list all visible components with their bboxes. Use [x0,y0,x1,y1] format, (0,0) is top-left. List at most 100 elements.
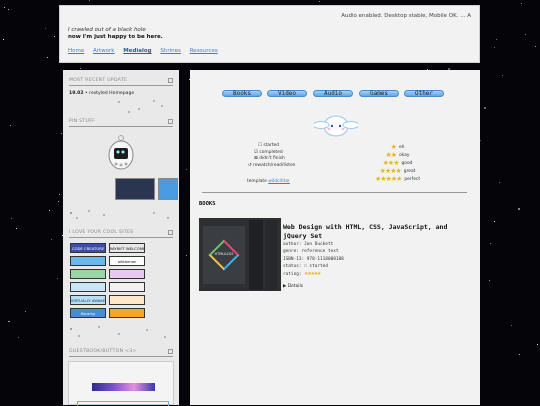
star-dot [521,3,523,4]
site-link-button[interactable]: VIRTUALLY AWAKE [70,295,106,305]
recent-update-date: 19.02 [69,91,84,96]
star-dot [8,320,11,323]
resize-icon [168,349,173,354]
resize-icon [168,119,173,124]
book-cover: HTML&CSS [199,218,281,291]
tab-books[interactable]: Books [222,90,262,97]
book-genre: genre: reference text [283,249,339,255]
site-link-button[interactable]: WAYRIFT WELCOME [109,243,145,253]
nav-home[interactable]: Home [68,48,84,54]
divider [69,356,173,357]
tab-video[interactable]: Video [267,90,307,97]
book-title: Web Design with HTML, CSS, JavaScript, a… [283,223,448,240]
star-dot [4,7,6,9]
rating-label: great [403,168,416,174]
star-dot [525,33,527,35]
star-dot [490,242,491,244]
site-header: Audio enabled. Desktop stable, Mobile OK… [59,5,480,63]
legend-didnt-finish: ⊠ didn't finish [254,156,285,162]
star-dot [185,168,187,170]
tagline: I crawled out of a black hole now I'm ju… [68,27,163,41]
star-dot [18,337,20,339]
site-link-button[interactable] [109,269,145,279]
cover-title: HTML&CSS [214,252,234,256]
pin-stamp-image [158,178,178,200]
guestbook-box [68,361,174,406]
book-rating: rating: ★★★★★ [283,270,473,278]
details-toggle[interactable]: ▶ Details [283,284,303,289]
star-dot [51,238,52,240]
star-icon: ★★★★★ [304,269,321,278]
tab-other[interactable]: Other [404,90,444,97]
nav-medialog[interactable]: Medialog [123,48,151,54]
site-link-button[interactable]: floramy [70,308,106,318]
legend-started: ☐ started [258,143,280,148]
pin-stamp-image [115,178,155,200]
site-link-button[interactable] [70,282,106,292]
book-isbn: ISBN-13: 978-1118008188 [283,256,344,262]
star-icon: ★★★★ [379,166,402,175]
star-dot [80,67,81,69]
star-dot [60,132,62,134]
tagline-line-2: now I'm just happy to be here. [68,34,163,40]
star-dot [56,278,58,280]
guestbook-input-field[interactable] [77,401,169,406]
star-dot [48,210,50,212]
main-nav: Home Artwork Medialog Shrines Resources [68,48,225,54]
recent-update-text: • restyled Homepage [85,91,135,96]
book-details: Web Design with HTML, CSS, JavaScript, a… [283,223,473,278]
site-link-button[interactable] [109,308,145,318]
site-link-button[interactable]: alfalemon [109,256,145,266]
star-dot [499,182,500,183]
star-dot [186,255,187,256]
star-icon: ★★★★★ [375,174,402,183]
star-dot [537,343,538,345]
main-content: Books Video Audio Games Other ☐ started … [190,70,480,405]
site-link-button[interactable] [70,269,106,279]
guestbook-banner-button[interactable] [92,383,155,391]
divider [69,85,173,86]
site-link-button[interactable] [70,256,106,266]
star-dot [44,27,46,29]
star-dot [483,107,486,109]
book-spine [249,220,263,290]
template-link[interactable]: wildcititar [268,179,290,184]
sparkle-dots [118,100,163,113]
rating-label: good [401,160,413,166]
nav-artwork[interactable]: Artwork [93,48,115,54]
site-link-button[interactable]: CODE CREATURE [70,243,106,253]
star-dot [493,220,495,222]
star-dot [510,325,512,327]
tab-games[interactable]: Games [359,90,399,97]
star-dot [501,74,503,76]
star-dot [10,125,12,127]
cool-sites-heading: I LOVE YOUR COOL SITES [69,230,134,235]
book-cover-front: HTML&CSS [203,226,245,284]
book-spine [265,220,277,290]
star-dot [489,279,490,281]
site-link-button[interactable] [109,295,145,305]
star-dot [88,0,90,2]
site-link-button[interactable] [109,282,145,292]
resize-icon [168,230,173,235]
star-icon: ★ [390,142,397,151]
tab-audio[interactable]: Audio [313,90,353,97]
star-dot [11,217,12,219]
divider [69,126,173,127]
status-legend: ☐ started ☑ completed ⊠ didn't finish ↺ … [248,143,298,169]
star-dot [518,354,520,356]
rating-label: okay [399,152,410,158]
divider [69,237,173,238]
book-author: author: Jon Duckett [283,242,334,247]
recent-update-heading: MOST RECENT UPDATE [69,78,128,83]
section-title: BOOKS [199,201,216,207]
rating-label: rating: [283,272,302,278]
nav-resources[interactable]: Resources [190,48,218,54]
star-dot [535,46,536,48]
star-dot [57,201,59,203]
nav-shrines[interactable]: Shrines [160,48,181,54]
tagline-line-1: I crawled out of a black hole [68,27,146,33]
star-dot [15,228,17,229]
star-dot [494,47,496,49]
star-dot [2,38,4,40]
